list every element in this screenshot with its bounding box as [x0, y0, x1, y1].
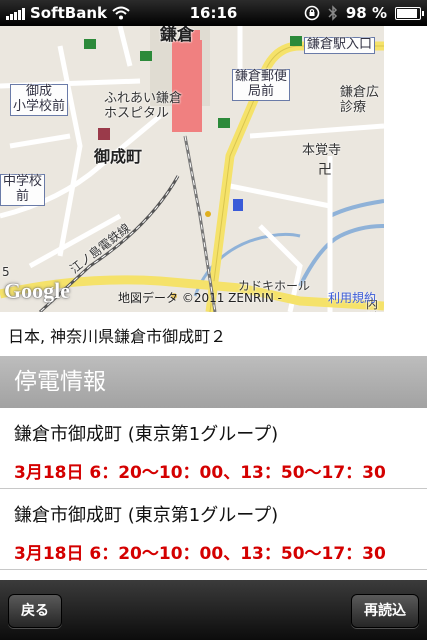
outage-list-item[interactable]: 鎌倉市御成町 (東京第1グループ) 3月18日 6：20〜10：00、13：50…: [0, 408, 427, 489]
google-logo: Google: [4, 278, 70, 303]
map-label-school-left: 中学校 前: [0, 174, 46, 206]
outage-area: 鎌倉市御成町 (東京第1グループ): [14, 505, 279, 526]
address-text: 日本, 神奈川県鎌倉市御成町２: [8, 327, 227, 346]
outage-schedule: 3月18日 6：20〜10：00、13：50〜17：30: [14, 463, 386, 483]
orientation-lock-icon: [304, 5, 320, 21]
status-bar: SoftBank 16:16 98 %: [0, 0, 427, 26]
map-label-kamakura-exit: 鎌倉駅入口: [304, 37, 376, 54]
battery-icon: [395, 6, 424, 20]
map-label-post-office: 鎌倉郵便 局前: [232, 69, 291, 101]
outage-area: 鎌倉市御成町 (東京第1グループ): [14, 424, 279, 445]
section-header-outage-info: 停電情報: [0, 356, 427, 408]
battery-fill: [397, 8, 417, 18]
bottom-toolbar: 戻る 再読込: [0, 580, 427, 640]
map-label-station: 鎌倉: [160, 26, 194, 45]
map-label-clinic: 鎌倉広 診療: [340, 85, 380, 115]
map-label-hospital: ふれあい鎌倉 ホスピタル: [104, 91, 183, 121]
map-graphics: 卍: [0, 26, 384, 312]
reload-button[interactable]: 再読込: [351, 594, 419, 628]
map-attribution-separator: -: [277, 291, 282, 305]
map-view[interactable]: 卍 鎌倉 鎌倉駅入口 御成 小学校前 ふれあい鎌倉 ホスピタル 鎌倉郵便 局前 …: [0, 26, 384, 312]
map-terms-link[interactable]: 利用規約: [328, 289, 376, 306]
outage-schedule: 3月18日 6：20〜10：00、13：50〜17：30: [14, 544, 386, 564]
map-label-onarimachi: 御成町: [94, 147, 143, 166]
map-attribution-text: 地図データ ©2011 ZENRIN: [118, 291, 274, 305]
status-right: 98 %: [304, 4, 424, 22]
map-label-hongakuji: 本覚寺: [302, 143, 342, 158]
battery-percent: 98 %: [345, 4, 387, 22]
svg-text:卍: 卍: [318, 162, 332, 178]
map-label-school-top: 御成 小学校前: [10, 84, 69, 116]
map-attribution: 地図データ ©2011 ZENRIN -: [118, 289, 282, 306]
bluetooth-icon: [328, 5, 337, 21]
back-button[interactable]: 戻る: [8, 594, 62, 628]
outage-list-item[interactable]: 鎌倉市御成町 (東京第1グループ) 3月18日 6：20〜10：00、13：50…: [0, 489, 427, 570]
